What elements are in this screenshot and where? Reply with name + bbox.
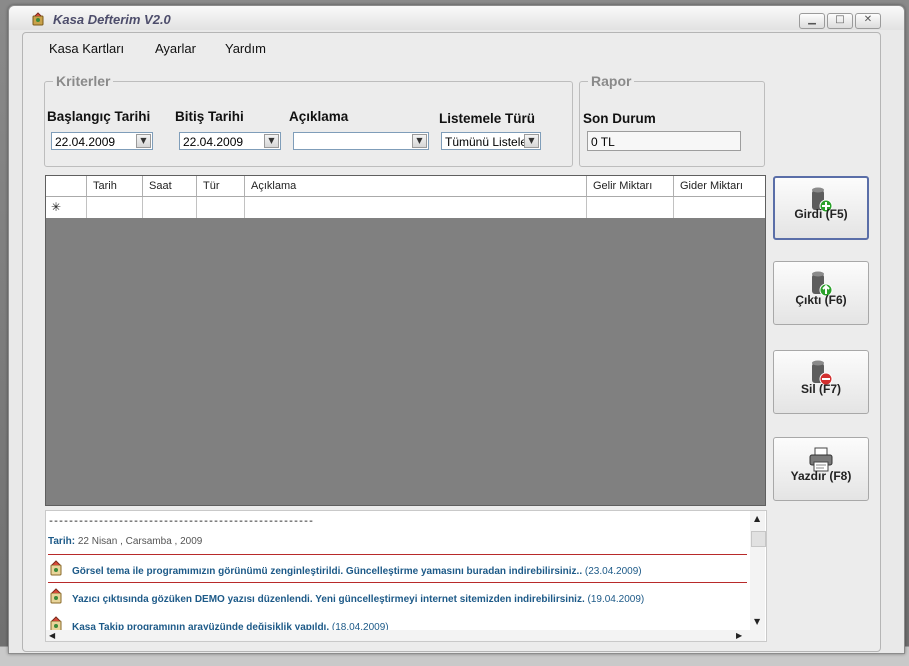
column-gelir[interactable]: Gelir Miktarı: [587, 176, 674, 196]
news-separator: [48, 554, 747, 555]
app-icon: [32, 12, 44, 26]
column-gider[interactable]: Gider Miktarı: [674, 176, 765, 196]
grid-new-row[interactable]: ✳: [46, 197, 765, 218]
news-divider: ----------------------------------------…: [48, 517, 314, 528]
list-type-select[interactable]: Tümünü Listele ▼: [441, 132, 541, 150]
column-tarih[interactable]: Tarih: [87, 176, 143, 196]
grid-header: Tarih Saat Tür Açıklama Gelir Miktarı Gi…: [46, 176, 765, 197]
cell-tarih[interactable]: [87, 197, 143, 218]
main-window: Kasa Defterim V2.0 ▁ □ ✕ Kasa Kartları A…: [8, 5, 905, 654]
end-date-value: 22.04.2009: [183, 135, 244, 149]
menu-bar: Kasa Kartları Ayarlar Yardım: [23, 33, 880, 61]
yazdir-button[interactable]: Yazdır (F8): [773, 437, 869, 501]
description-combo[interactable]: ▼: [293, 132, 429, 150]
column-saat[interactable]: Saat: [143, 176, 197, 196]
menu-yardim[interactable]: Yardım: [225, 41, 266, 56]
start-date-value: 22.04.2009: [55, 135, 116, 149]
start-date-label: Başlangıç Tarihi: [47, 109, 151, 124]
start-date-picker[interactable]: 22.04.2009 ▼: [51, 132, 153, 150]
new-row-marker: ✳: [46, 197, 87, 218]
news-item-link[interactable]: Yazıcı çıktısında gözüken DEMO yazısı dü…: [72, 594, 644, 605]
column-aciklama[interactable]: Açıklama: [245, 176, 587, 196]
news-bullet-icon: [50, 560, 62, 576]
menu-ayarlar[interactable]: Ayarlar: [155, 41, 196, 56]
scroll-left-icon[interactable]: ◀: [49, 631, 55, 640]
cell-gider[interactable]: [674, 197, 765, 218]
chevron-down-icon[interactable]: ▼: [136, 134, 151, 148]
chevron-down-icon[interactable]: ▼: [264, 134, 279, 148]
cikti-label: Çıktı (F6): [795, 293, 847, 307]
news-bullet-icon: [50, 588, 62, 604]
grid-header-selector: [46, 176, 87, 196]
kriterler-legend: Kriterler: [56, 73, 111, 89]
girdi-button[interactable]: Girdi (F5): [773, 176, 869, 240]
cell-saat[interactable]: [143, 197, 197, 218]
girdi-label: Girdi (F5): [794, 207, 848, 221]
end-date-picker[interactable]: 22.04.2009 ▼: [179, 132, 281, 150]
news-horizontal-scrollbar[interactable]: ◀ ▶: [46, 630, 750, 641]
client-area: Kasa Kartları Ayarlar Yardım Kriterler B…: [22, 32, 881, 652]
sil-label: Sil (F7): [800, 382, 841, 396]
maximize-button[interactable]: □: [827, 13, 853, 29]
end-date-label: Bitiş Tarihi: [175, 109, 244, 124]
news-vertical-scrollbar[interactable]: ▲ ▼: [750, 511, 766, 641]
news-dateline: Tarih: 22 Nisan , Carsamba , 2009: [48, 536, 202, 547]
news-text: Yazıcı çıktısında gözüken DEMO yazısı dü…: [72, 594, 585, 605]
news-item[interactable]: Görsel tema ile programımızın görünümü z…: [48, 560, 748, 582]
description-label: Açıklama: [289, 109, 349, 124]
news-panel[interactable]: ----------------------------------------…: [45, 510, 767, 642]
rapor-legend: Rapor: [591, 73, 632, 89]
minimize-button[interactable]: ▁: [799, 13, 825, 29]
list-type-value: Tümünü Listele: [445, 135, 525, 149]
entries-grid[interactable]: Tarih Saat Tür Açıklama Gelir Miktarı Gi…: [45, 175, 766, 506]
son-durum-field: 0 TL: [587, 131, 741, 151]
son-durum-label: Son Durum: [583, 111, 656, 126]
news-separator: [48, 582, 747, 583]
rapor-group: Rapor Son Durum 0 TL: [579, 73, 765, 167]
close-button[interactable]: ✕: [855, 13, 881, 29]
window-title: Kasa Defterim V2.0: [53, 12, 171, 27]
scroll-down-icon[interactable]: ▼: [754, 617, 760, 626]
list-type-label: Listemele Türü: [439, 111, 536, 126]
news-date: (23.04.2009): [584, 566, 642, 577]
scroll-right-icon[interactable]: ▶: [736, 631, 742, 640]
cell-tur[interactable]: [197, 197, 245, 218]
kriterler-group: Kriterler Başlangıç Tarihi 22.04.2009 ▼ …: [44, 73, 573, 167]
sil-button[interactable]: Sil (F7): [773, 350, 869, 414]
cell-aciklama[interactable]: [245, 197, 587, 218]
menu-kasa-kartlari[interactable]: Kasa Kartları: [49, 41, 124, 56]
scroll-up-icon[interactable]: ▲: [754, 514, 760, 523]
news-item[interactable]: Yazıcı çıktısında gözüken DEMO yazısı dü…: [48, 588, 748, 610]
scroll-thumb[interactable]: [751, 531, 766, 547]
cikti-button[interactable]: Çıktı (F6): [773, 261, 869, 325]
cell-gelir[interactable]: [587, 197, 674, 218]
column-tur[interactable]: Tür: [197, 176, 245, 196]
date-prefix: Tarih:: [48, 536, 76, 547]
news-item-link[interactable]: Görsel tema ile programımızın görünümü z…: [72, 566, 642, 577]
news-text: Görsel tema ile programımızın görünümü z…: [72, 566, 583, 577]
chevron-down-icon[interactable]: ▼: [524, 134, 539, 148]
chevron-down-icon[interactable]: ▼: [412, 134, 427, 148]
date-value: 22 Nisan , Carsamba , 2009: [77, 536, 203, 547]
news-date: (19.04.2009): [587, 594, 645, 605]
yazdir-label: Yazdır (F8): [790, 469, 852, 483]
son-durum-value: 0 TL: [591, 135, 615, 149]
title-bar[interactable]: Kasa Defterim V2.0 ▁ □ ✕: [9, 6, 904, 30]
